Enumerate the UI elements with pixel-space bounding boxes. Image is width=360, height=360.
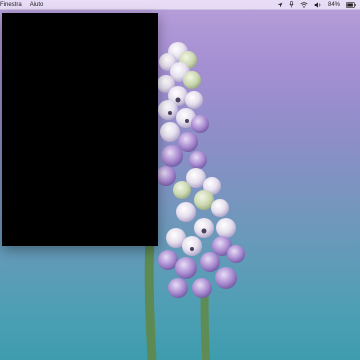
volume-icon[interactable] [314,0,322,10]
wifi-icon[interactable] [300,0,308,10]
desktop: Finestra Aiuto 84% [0,0,360,360]
menu-bar: Finestra Aiuto 84% [0,0,360,10]
battery-icon[interactable] [346,0,356,10]
location-arrow-icon[interactable] [277,0,283,10]
menu-item-help[interactable]: Aiuto [30,0,44,10]
app-window-black[interactable] [2,13,158,246]
microphone-icon[interactable] [289,0,294,10]
menu-item-window[interactable]: Finestra [0,0,22,10]
menu-bar-left: Finestra Aiuto [0,0,43,10]
menu-bar-status: 84% [277,0,360,10]
battery-percentage: 84% [327,1,340,8]
